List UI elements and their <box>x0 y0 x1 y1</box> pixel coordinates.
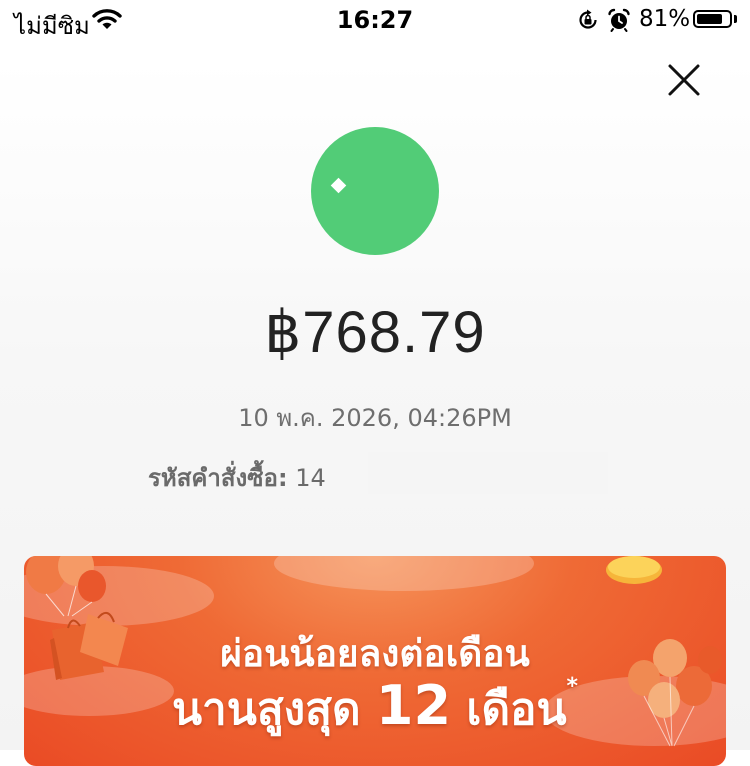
status-bar: ไม่มีซิม 16:27 81% <box>0 0 750 40</box>
order-number-row: รหัสคำสั่งซื้อ: 14 <box>148 458 326 497</box>
payment-datetime: 10 พ.ค. 2026, 04:26PM <box>238 404 512 432</box>
order-number-value: 14 <box>295 464 326 492</box>
promo-subheadline: นานสูงสุด 12 เดือน* <box>24 674 726 744</box>
promo-banner[interactable]: ผ่อนน้อยลงต่อเดือน นานสูงสุด 12 เดือน* <box>24 556 726 766</box>
close-button[interactable] <box>664 60 704 100</box>
order-number-redaction <box>368 452 608 494</box>
payment-status-indicator <box>311 127 439 255</box>
status-indicator-glyph <box>330 177 347 194</box>
battery-icon <box>693 10 732 28</box>
order-number-label: รหัสคำสั่งซื้อ: <box>148 464 288 492</box>
battery-percentage: 81% <box>639 6 691 32</box>
status-time: 16:27 <box>336 6 414 34</box>
battery-cap <box>734 15 737 23</box>
banner-cloud <box>274 556 534 591</box>
alarm-icon <box>607 8 631 36</box>
promo-subheadline-suffix: เดือน <box>466 684 567 735</box>
rotation-lock-icon <box>577 9 599 35</box>
promo-subheadline-prefix: นานสูงสุด <box>171 684 361 735</box>
promo-months-number: 12 <box>375 674 452 737</box>
battery-level-fill <box>697 14 722 24</box>
promo-asterisk: * <box>566 674 579 699</box>
coin-decoration <box>606 556 662 584</box>
payment-amount: ฿768.79 <box>264 300 486 365</box>
close-icon <box>668 64 700 96</box>
